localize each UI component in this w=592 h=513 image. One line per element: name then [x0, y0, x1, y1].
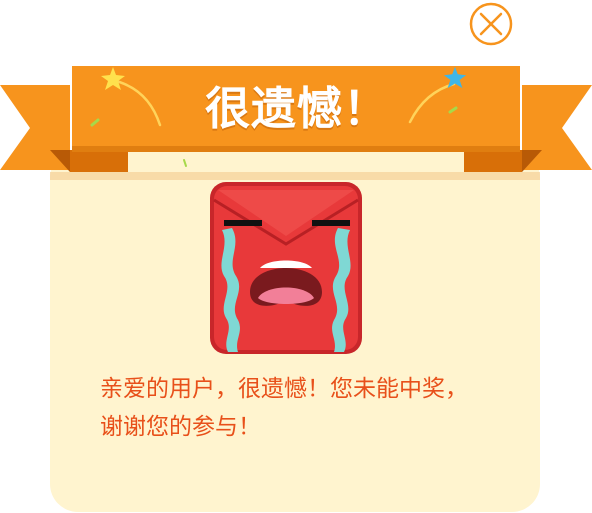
- result-message: 亲爱的用户，很遗憾！您未能中奖， 谢谢您的参与！: [100, 370, 540, 446]
- message-line-1: 亲爱的用户，很遗憾！您未能中奖，: [100, 376, 468, 402]
- close-button[interactable]: [468, 1, 514, 47]
- message-line-2: 谢谢您的参与！: [100, 414, 261, 440]
- dialog-title: 很遗憾！: [204, 82, 389, 135]
- close-icon[interactable]: [468, 1, 514, 47]
- lottery-result-dialog: 很遗憾！ 亲爱的用户，很遗憾！您未能中奖， 谢谢您的参与！: [0, 0, 592, 513]
- crying-red-envelope-mascot: [210, 182, 362, 354]
